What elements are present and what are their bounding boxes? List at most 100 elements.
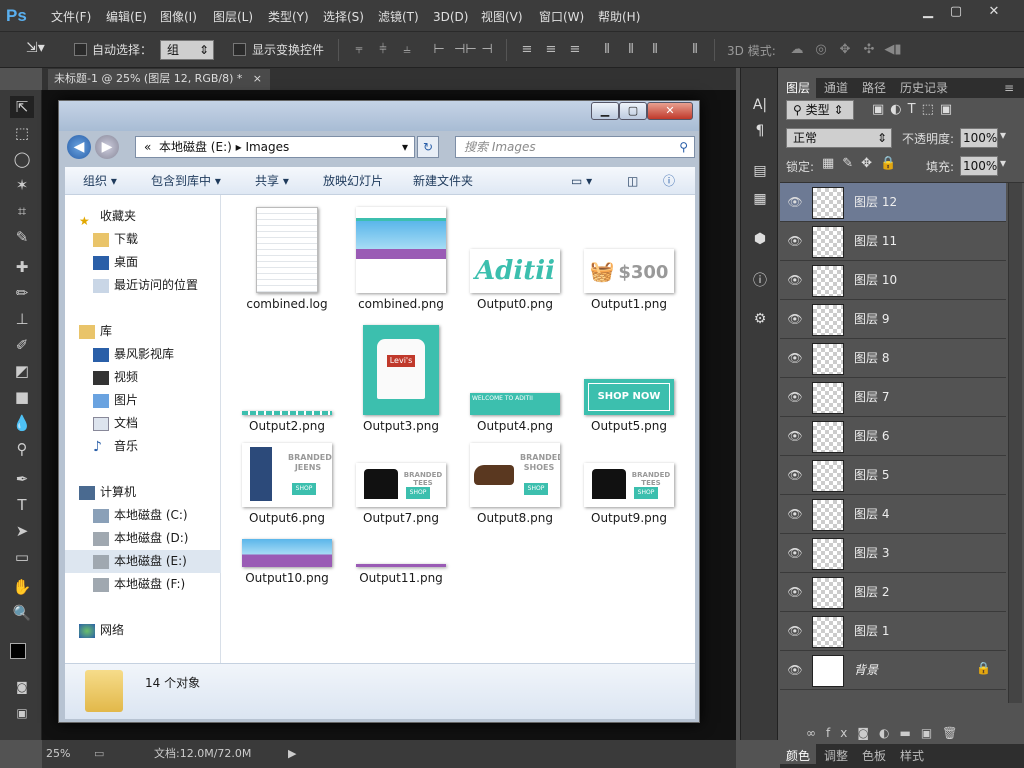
visibility-eye-icon[interactable]: 👁 bbox=[786, 310, 804, 328]
show-transform-checkbox[interactable] bbox=[233, 43, 246, 56]
tab-styles[interactable]: 样式 bbox=[894, 744, 930, 764]
align-top-icon[interactable]: ⫧ bbox=[350, 41, 368, 59]
visibility-eye-icon[interactable]: 👁 bbox=[786, 505, 804, 523]
delete-layer-icon[interactable]: 🗑 bbox=[942, 726, 967, 740]
visibility-eye-icon[interactable]: 👁 bbox=[786, 232, 804, 250]
menu-window[interactable]: 窗口(W) bbox=[539, 0, 584, 32]
tab-channels[interactable]: 通道 bbox=[818, 78, 854, 98]
lasso-tool-icon[interactable]: ◯ bbox=[10, 148, 34, 170]
quick-mask-icon[interactable]: ◙ bbox=[10, 676, 34, 698]
visibility-eye-icon[interactable]: 👁 bbox=[786, 544, 804, 562]
zoom-level[interactable]: 25% bbox=[46, 740, 70, 768]
menu-file[interactable]: 文件(F) bbox=[51, 0, 91, 32]
opacity-input[interactable]: 100% bbox=[960, 128, 998, 148]
layer-row[interactable]: 👁 背景 🔒 bbox=[780, 651, 1006, 690]
layer-row[interactable]: 👁 图层 4 bbox=[780, 495, 1006, 534]
new-group-icon[interactable]: ▬ bbox=[899, 726, 920, 740]
visibility-eye-icon[interactable]: 👁 bbox=[786, 622, 804, 640]
distribute-top-icon[interactable]: ≡ bbox=[518, 41, 536, 59]
move-tool-icon[interactable]: ⇱ bbox=[10, 96, 34, 118]
maximize-icon[interactable]: ▢ bbox=[942, 0, 970, 24]
layer-filter-icons[interactable]: ▣◐T⬚▣ bbox=[872, 102, 958, 117]
type-tool-icon[interactable]: T bbox=[10, 494, 34, 516]
menu-help[interactable]: 帮助(H) bbox=[598, 0, 640, 32]
distribute-hcenter-icon[interactable]: ⦀ bbox=[622, 41, 640, 59]
layers-scrollbar[interactable] bbox=[1008, 183, 1022, 703]
menu-select[interactable]: 选择(S) bbox=[323, 0, 364, 32]
layer-name[interactable]: 图层 3 bbox=[854, 534, 889, 573]
tab-swatches[interactable]: 色板 bbox=[856, 744, 892, 764]
menu-image[interactable]: 图像(I) bbox=[160, 0, 197, 32]
paragraph-panel-icon[interactable]: ¶ bbox=[749, 120, 771, 142]
menu-layer[interactable]: 图层(L) bbox=[213, 0, 253, 32]
pan-3d-icon[interactable]: ✥ bbox=[836, 41, 854, 59]
fx-icon[interactable]: fx bbox=[826, 726, 857, 740]
tab-adjustments[interactable]: 调整 bbox=[818, 744, 854, 764]
visibility-eye-icon[interactable]: 👁 bbox=[786, 388, 804, 406]
pen-tool-icon[interactable]: ✒ bbox=[10, 468, 34, 490]
tab-paths[interactable]: 路径 bbox=[856, 78, 892, 98]
scale-3d-icon[interactable]: ◀▮ bbox=[884, 41, 902, 59]
layer-name[interactable]: 图层 7 bbox=[854, 378, 889, 417]
layer-row[interactable]: 👁 图层 6 bbox=[780, 417, 1006, 456]
blur-tool-icon[interactable]: 💧 bbox=[10, 412, 34, 434]
link-layers-icon[interactable]: ∞ bbox=[806, 726, 826, 740]
close-icon[interactable]: ✕ bbox=[980, 0, 1008, 24]
tool-presets-icon[interactable]: ⚙ bbox=[749, 308, 771, 330]
auto-align-icon[interactable]: ⫴ bbox=[686, 41, 704, 59]
screen-mode-icon[interactable]: ▣ bbox=[10, 702, 34, 724]
visibility-eye-icon[interactable]: 👁 bbox=[786, 271, 804, 289]
layer-row[interactable]: 👁 图层 3 bbox=[780, 534, 1006, 573]
auto-select-checkbox[interactable] bbox=[74, 43, 87, 56]
adjustment-layer-icon[interactable]: ◐ bbox=[879, 726, 899, 740]
layer-name[interactable]: 图层 9 bbox=[854, 300, 889, 339]
layer-name[interactable]: 图层 10 bbox=[854, 261, 897, 300]
menu-3d[interactable]: 3D(D) bbox=[433, 0, 468, 32]
tab-color[interactable]: 颜色 bbox=[780, 744, 817, 764]
properties-panel-icon[interactable]: ▦ bbox=[749, 188, 771, 210]
roll-3d-icon[interactable]: ◎ bbox=[812, 41, 830, 59]
dodge-tool-icon[interactable]: ⚲ bbox=[10, 438, 34, 460]
lock-icons[interactable]: ▦✎✥🔒 bbox=[822, 156, 904, 171]
panel-menu-icon[interactable]: ≡ bbox=[998, 78, 1020, 98]
foreground-color-swatch[interactable] bbox=[10, 643, 26, 659]
eyedropper-tool-icon[interactable]: ✎ bbox=[10, 226, 34, 248]
menu-type[interactable]: 类型(Y) bbox=[268, 0, 309, 32]
menu-filter[interactable]: 滤镜(T) bbox=[378, 0, 419, 32]
visibility-eye-icon[interactable]: 👁 bbox=[786, 349, 804, 367]
gradient-tool-icon[interactable]: ■ bbox=[10, 386, 34, 408]
align-right-icon[interactable]: ⊣ bbox=[478, 41, 496, 59]
layer-name[interactable]: 图层 5 bbox=[854, 456, 889, 495]
tab-layers[interactable]: 图层 bbox=[780, 78, 817, 98]
menu-view[interactable]: 视图(V) bbox=[481, 0, 523, 32]
layer-name[interactable]: 图层 8 bbox=[854, 339, 889, 378]
distribute-bottom-icon[interactable]: ≡ bbox=[566, 41, 584, 59]
layer-row[interactable]: 👁 图层 12 bbox=[780, 183, 1006, 222]
layer-name[interactable]: 图层 4 bbox=[854, 495, 889, 534]
magic-wand-tool-icon[interactable]: ✶ bbox=[10, 174, 34, 196]
tab-history[interactable]: 历史记录 bbox=[894, 78, 954, 98]
layer-name[interactable]: 背景 bbox=[854, 651, 878, 690]
layer-row[interactable]: 👁 图层 1 bbox=[780, 612, 1006, 651]
visibility-eye-icon[interactable]: 👁 bbox=[786, 583, 804, 601]
distribute-right-icon[interactable]: ⦀ bbox=[646, 41, 664, 59]
zoom-tool-icon[interactable]: 🔍 bbox=[10, 602, 34, 624]
layer-row[interactable]: 👁 图层 10 bbox=[780, 261, 1006, 300]
crop-tool-icon[interactable]: ⌗ bbox=[10, 200, 34, 222]
hand-tool-icon[interactable]: ✋ bbox=[10, 576, 34, 598]
move-tool-preset-icon[interactable]: ⇲▾ bbox=[26, 40, 45, 56]
visibility-eye-icon[interactable]: 👁 bbox=[786, 466, 804, 484]
layer-name[interactable]: 图层 1 bbox=[854, 612, 889, 651]
close-tab-icon[interactable]: × bbox=[253, 69, 262, 89]
info-panel-icon[interactable]: ⓘ bbox=[749, 270, 771, 292]
3d-panel-icon[interactable]: ⬢ bbox=[749, 228, 771, 250]
layer-row[interactable]: 👁 图层 11 bbox=[780, 222, 1006, 261]
layer-name[interactable]: 图层 2 bbox=[854, 573, 889, 612]
path-select-tool-icon[interactable]: ➤ bbox=[10, 520, 34, 542]
align-vcenter-icon[interactable]: ⫩ bbox=[374, 41, 392, 59]
shape-tool-icon[interactable]: ▭ bbox=[10, 546, 34, 568]
layer-kind-filter[interactable]: ⚲ 类型 ⇕ bbox=[786, 100, 854, 120]
distribute-left-icon[interactable]: ⦀ bbox=[598, 41, 616, 59]
layer-row[interactable]: 👁 图层 5 bbox=[780, 456, 1006, 495]
visibility-eye-icon[interactable]: 👁 bbox=[786, 193, 804, 211]
